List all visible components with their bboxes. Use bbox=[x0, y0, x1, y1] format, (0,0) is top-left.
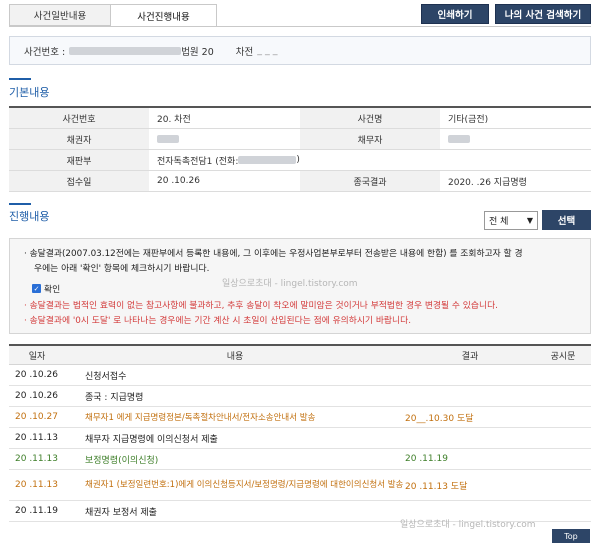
progress-table: 일자 내용 결과 공시문 20 .10.26 신청서접수 20 .10.26 종… bbox=[9, 344, 591, 522]
redacted-debtor bbox=[448, 135, 470, 143]
info-value bbox=[440, 129, 591, 149]
table-row: 20 .10.26 종국 : 지급명령 bbox=[9, 386, 591, 407]
confirm-checkbox[interactable]: ✓ 확인 bbox=[32, 282, 60, 295]
redacted-creditor bbox=[157, 135, 179, 143]
row-date: 20 .11.13 bbox=[15, 454, 58, 464]
redacted-case-no: _ _ _ bbox=[257, 45, 278, 56]
info-label: 채권자 bbox=[9, 129, 149, 149]
table-row: 20 .11.13 보정명령(이의신청) 20 .11.19 bbox=[9, 449, 591, 470]
chevron-down-icon: ▼ bbox=[526, 216, 533, 225]
row-content: 보정명령(이의신청) bbox=[85, 455, 159, 466]
case-court-suffix: 법원 20 bbox=[181, 46, 214, 58]
redacted-court bbox=[69, 46, 182, 55]
info-label: 사건명 bbox=[300, 108, 440, 128]
notice-line: · 송달결과(2007.03.12전에는 재판부에서 등록한 내용에, 그 이후… bbox=[24, 249, 523, 259]
info-row: 사건번호 20. 차전 사건명 기타(금전) bbox=[9, 108, 591, 129]
row-date: 20 .11.13 bbox=[15, 480, 58, 490]
checkmark-icon: ✓ bbox=[32, 284, 41, 293]
row-content: 채무자 지급명령에 이의신청서 제출 bbox=[85, 434, 218, 445]
info-value: 전자독촉전담1 (전화: ) bbox=[149, 150, 591, 170]
info-value: 20 .10.26 bbox=[157, 176, 200, 186]
table-row: 20 .10.26 신청서접수 bbox=[9, 365, 591, 386]
info-value: 기타(금전) bbox=[448, 114, 489, 125]
filter-selected-value: 전 체 bbox=[489, 217, 509, 227]
info-label: 사건번호 bbox=[9, 108, 149, 128]
info-label: 접수일 bbox=[9, 171, 149, 191]
section-marker bbox=[9, 203, 31, 205]
filter-select-button[interactable]: 선택 bbox=[542, 210, 591, 230]
row-content: 종국 : 지급명령 bbox=[85, 392, 144, 403]
basic-section-title: 기본내용 bbox=[9, 86, 50, 99]
case-number-prefix: 사건번호 : bbox=[24, 46, 66, 58]
progress-section-title: 진행내용 bbox=[9, 210, 50, 223]
info-row: 접수일 20 .10.26 종국결과 2020. .26 지급명령 bbox=[9, 171, 591, 192]
table-header: 일자 내용 결과 공시문 bbox=[9, 346, 591, 365]
print-button[interactable]: 인쇄하기 bbox=[421, 4, 489, 24]
row-date: 20 .11.19 bbox=[15, 506, 58, 516]
notice-warning: · 송달결과는 법적인 효력이 없는 참고사항에 불과하고, 추후 송달이 착오… bbox=[24, 301, 498, 311]
row-result: 20 .11.19 bbox=[405, 454, 448, 464]
court-division-tail: ) bbox=[296, 155, 300, 165]
info-value: 2020. .26 지급명령 bbox=[448, 177, 527, 188]
watermark: 일상으로초대 - lingel.tistory.com bbox=[222, 279, 358, 289]
info-label: 채무자 bbox=[300, 129, 440, 149]
info-value: 20. 차전 bbox=[157, 114, 191, 125]
row-result: 20__.10.30 도달 bbox=[405, 413, 474, 424]
table-row: 20 .11.13 채무자 지급명령에 이의신청서 제출 bbox=[9, 428, 591, 449]
tab-divider bbox=[9, 26, 591, 27]
header-result: 결과 bbox=[461, 351, 479, 362]
info-row: 채권자 채무자 bbox=[9, 129, 591, 150]
tab-case-progress[interactable]: 사건진행내용 bbox=[110, 4, 217, 27]
case-number-box: 사건번호 : 법원 20 차전 _ _ _ bbox=[9, 36, 591, 65]
progress-filter-select[interactable]: 전 체 ▼ bbox=[484, 211, 538, 230]
header-content: 내용 bbox=[226, 351, 244, 362]
my-case-search-button[interactable]: 나의 사건 검색하기 bbox=[495, 4, 591, 24]
notice-warning: · 송달결과에 '0시 도달' 로 나타나는 경우에는 기간 계산 시 초일이 … bbox=[24, 316, 411, 326]
row-date: 20 .11.13 bbox=[15, 433, 58, 443]
notice-line: 우에는 아래 '확인' 항목에 체크하시기 바랍니다. bbox=[34, 264, 210, 274]
watermark: 일상으로초대 - lingel.tistory.com bbox=[400, 520, 536, 530]
info-value bbox=[149, 129, 300, 149]
scroll-top-button[interactable]: Top bbox=[552, 529, 590, 543]
info-row: 재판부 전자독촉전담1 (전화: ) bbox=[9, 150, 591, 171]
row-date: 20 .10.26 bbox=[15, 391, 58, 401]
row-date: 20 .10.26 bbox=[15, 370, 58, 380]
header-date: 일자 bbox=[28, 351, 46, 362]
confirm-label: 확인 bbox=[44, 285, 61, 295]
tab-case-general[interactable]: 사건일반내용 bbox=[9, 4, 111, 26]
row-content: 채권자 보정서 제출 bbox=[85, 507, 157, 518]
table-row: 20 .10.27 채무자1 에게 지급명령정본/독촉절차안내서/전자소송안내서… bbox=[9, 407, 591, 428]
table-row: 20 .11.13 채권자1 (보정일련번호:1)에게 이의신청등지서/보정명령… bbox=[9, 470, 591, 501]
redacted-phone bbox=[238, 156, 297, 164]
basic-info-table: 사건번호 20. 차전 사건명 기타(금전) 채권자 채무자 재판부 전자독촉전… bbox=[9, 106, 591, 192]
row-content: 채권자1 (보정일련번호:1)에게 이의신청등지서/보정명령/지급명령에 대한이… bbox=[85, 479, 404, 490]
case-type-label: 차전 bbox=[235, 46, 254, 58]
section-marker bbox=[9, 78, 31, 80]
court-division: 전자독촉전담1 (전화: bbox=[157, 156, 239, 167]
row-content: 신청서접수 bbox=[85, 371, 127, 382]
row-result: 20 .11.13 도달 bbox=[405, 481, 468, 492]
row-content: 채무자1 에게 지급명령정본/독촉절차안내서/전자소송안내서 발송 bbox=[85, 413, 316, 423]
header-pub: 공시문 bbox=[550, 351, 576, 362]
info-label: 종국결과 bbox=[300, 171, 440, 191]
info-label: 재판부 bbox=[9, 150, 149, 170]
row-date: 20 .10.27 bbox=[15, 412, 58, 422]
